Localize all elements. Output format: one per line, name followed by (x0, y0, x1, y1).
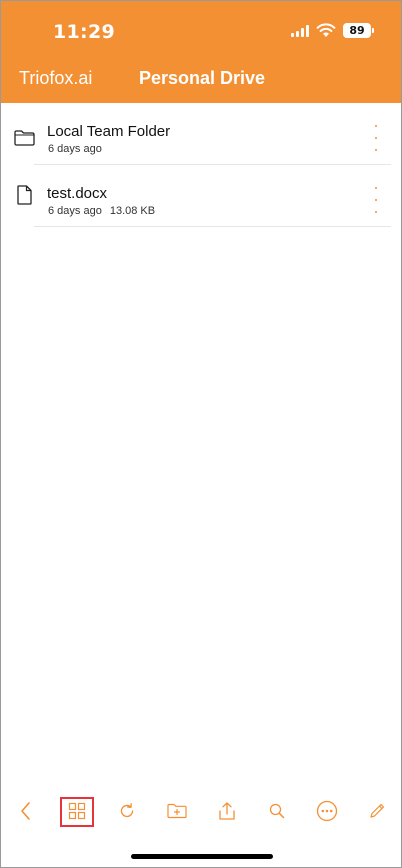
file-meta: 6 days ago 13.08 KB (48, 205, 155, 217)
folder-icon (14, 130, 35, 146)
list-item[interactable]: Local Team Folder 6 days ago (1, 103, 401, 165)
more-options-icon[interactable] (373, 125, 379, 151)
battery-icon: 89 (343, 23, 374, 38)
file-date: 6 days ago (48, 205, 102, 217)
file-name: test.docx (47, 185, 108, 202)
refresh-icon[interactable] (114, 798, 140, 824)
new-folder-icon[interactable] (164, 798, 190, 824)
file-date: 6 days ago (48, 143, 102, 155)
file-meta: 6 days ago (48, 143, 102, 155)
divider (34, 226, 391, 227)
back-chevron-icon[interactable] (13, 798, 39, 824)
wifi-icon (316, 23, 336, 37)
edit-icon[interactable] (364, 798, 390, 824)
file-list: Local Team Folder 6 days ago test.docx 6… (1, 103, 401, 227)
more-options-icon[interactable] (373, 187, 379, 213)
grid-view-highlight (60, 797, 94, 827)
status-icons: 89 (291, 23, 374, 38)
list-item[interactable]: test.docx 6 days ago 13.08 KB (1, 165, 401, 227)
more-icon[interactable] (314, 798, 340, 824)
document-icon (17, 185, 32, 205)
upload-icon[interactable] (214, 798, 240, 824)
header-bar: 11:29 89 Triofox.ai Personal Drive (1, 1, 401, 103)
status-time: 11:29 (53, 21, 115, 43)
file-size: 13.08 KB (109, 205, 156, 217)
home-indicator (131, 854, 273, 859)
cellular-signal-icon (291, 24, 309, 37)
search-icon[interactable] (264, 798, 290, 824)
file-name: Local Team Folder (47, 123, 171, 140)
page-title: Personal Drive (138, 68, 266, 88)
